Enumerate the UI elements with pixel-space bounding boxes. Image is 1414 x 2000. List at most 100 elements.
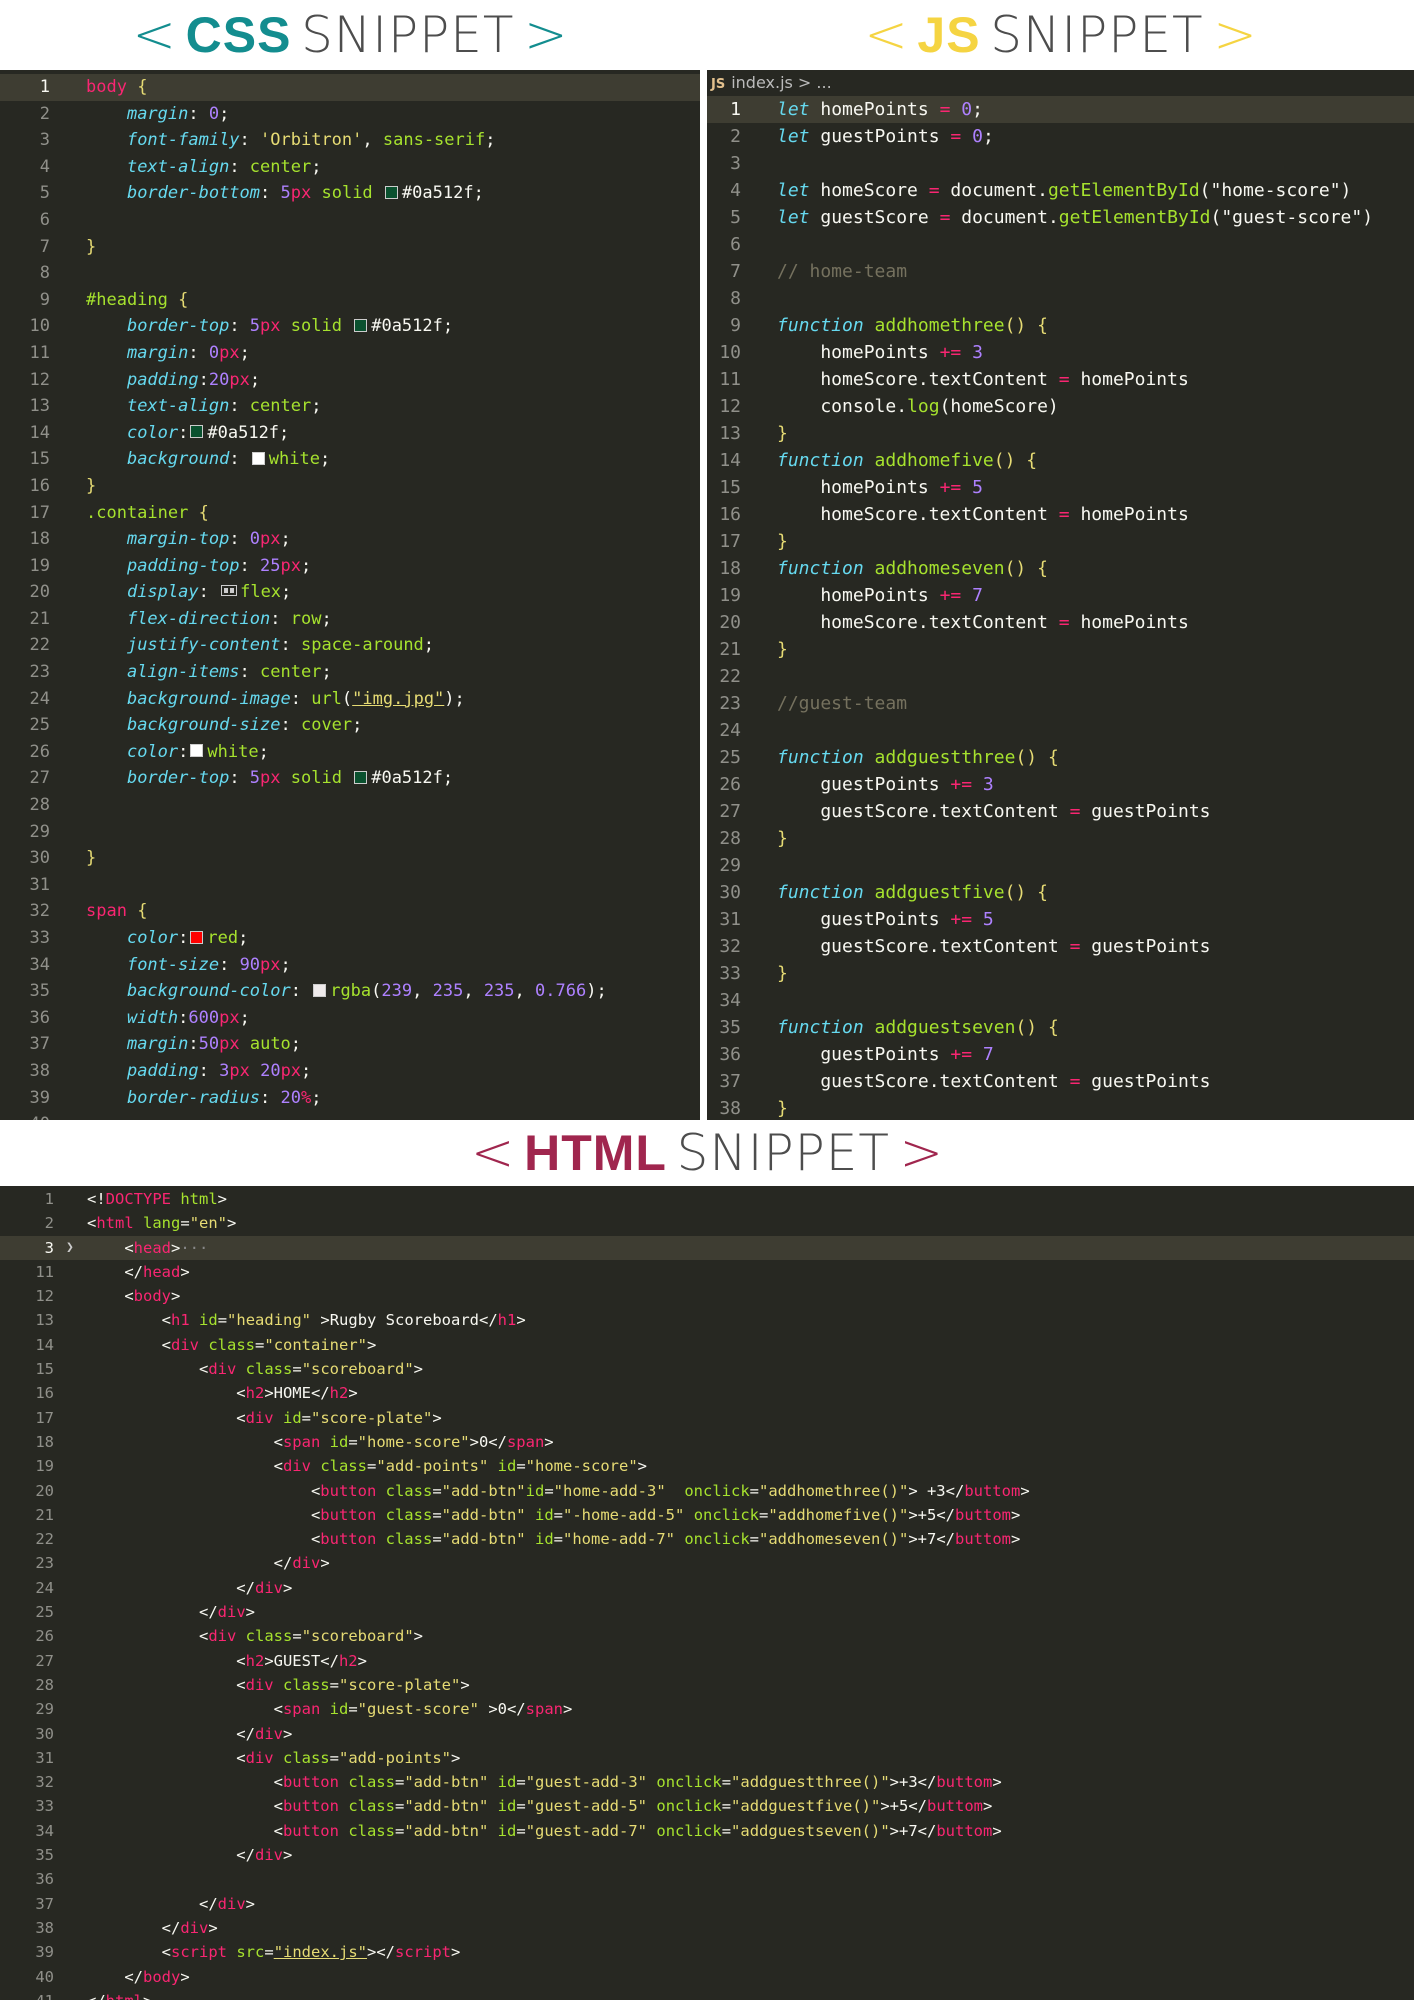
- code-line[interactable]: 29: [0, 819, 700, 846]
- code-line[interactable]: 2 <html lang="en">: [0, 1211, 1414, 1235]
- color-swatch-icon[interactable]: [354, 770, 368, 784]
- code-line[interactable]: 24 background-image: url("img.jpg");: [0, 686, 700, 713]
- code-line[interactable]: 10 border-top: 5px solid #0a512f;: [0, 313, 700, 340]
- code-line[interactable]: 5 let guestScore = document.getElementByI…: [707, 204, 1414, 231]
- code-line[interactable]: 5 border-bottom: 5px solid #0a512f;: [0, 180, 700, 207]
- code-line[interactable]: 15 background: white;: [0, 446, 700, 473]
- code-line[interactable]: 17 <div id="score-plate">: [0, 1406, 1414, 1430]
- code-line[interactable]: 37 </div>: [0, 1892, 1414, 1916]
- code-line[interactable]: 12 padding:20px;: [0, 367, 700, 394]
- code-line[interactable]: 34: [707, 987, 1414, 1014]
- code-line[interactable]: 25 </div>: [0, 1600, 1414, 1624]
- code-line[interactable]: 6: [707, 231, 1414, 258]
- code-line[interactable]: 33 color: red;: [0, 925, 700, 952]
- color-swatch-icon[interactable]: [313, 983, 327, 997]
- code-line[interactable]: 37 guestScore.textContent = guestPoints: [707, 1068, 1414, 1095]
- code-line[interactable]: 16}: [0, 473, 700, 500]
- code-line[interactable]: 4 let homeScore = document.getElementById…: [707, 177, 1414, 204]
- code-line[interactable]: 2 let guestPoints = 0;: [707, 123, 1414, 150]
- code-line[interactable]: 33 <button class="add-btn" id="guest-add…: [0, 1794, 1414, 1818]
- code-line[interactable]: 31 guestPoints += 5: [707, 906, 1414, 933]
- code-line[interactable]: 8: [707, 285, 1414, 312]
- code-line[interactable]: 19 homePoints += 7: [707, 582, 1414, 609]
- code-line[interactable]: 22: [707, 663, 1414, 690]
- code-line[interactable]: 25 background-size: cover;: [0, 712, 700, 739]
- code-line[interactable]: 13 <h1 id="heading" >Rugby Scoreboard</h…: [0, 1308, 1414, 1332]
- code-line[interactable]: 14 <div class="container">: [0, 1333, 1414, 1357]
- code-line[interactable]: 13 text-align: center;: [0, 393, 700, 420]
- code-line[interactable]: 29 <span id="guest-score" >0</span>: [0, 1697, 1414, 1721]
- code-line[interactable]: 21 flex-direction: row;: [0, 606, 700, 633]
- code-line[interactable]: 9 function addhomethree() {: [707, 312, 1414, 339]
- code-line[interactable]: 31: [0, 872, 700, 899]
- code-line[interactable]: 28: [0, 792, 700, 819]
- js-breadcrumb[interactable]: index.js > ...: [731, 73, 831, 92]
- code-line[interactable]: 22 <button class="add-btn" id="home-add-…: [0, 1527, 1414, 1551]
- code-line[interactable]: 18 function addhomeseven() {: [707, 555, 1414, 582]
- code-line[interactable]: 12 <body>: [0, 1284, 1414, 1308]
- code-line[interactable]: 13}: [707, 420, 1414, 447]
- code-line[interactable]: 26 color: white;: [0, 739, 700, 766]
- code-line[interactable]: 24 </div>: [0, 1576, 1414, 1600]
- code-line[interactable]: 9 #heading {: [0, 287, 700, 314]
- code-line[interactable]: 1 let homePoints = 0;: [707, 96, 1414, 123]
- color-swatch-icon[interactable]: [190, 744, 204, 758]
- code-line[interactable]: 26 guestPoints += 3: [707, 771, 1414, 798]
- code-line[interactable]: 29: [707, 852, 1414, 879]
- code-line[interactable]: 38 </div>: [0, 1916, 1414, 1940]
- code-line[interactable]: 18 margin-top: 0px;: [0, 526, 700, 553]
- code-line[interactable]: 20 homeScore.textContent = homePoints: [707, 609, 1414, 636]
- code-line[interactable]: 23 </div>: [0, 1551, 1414, 1575]
- code-line[interactable]: 15 <div class="scoreboard">: [0, 1357, 1414, 1381]
- code-line[interactable]: 40 </body>: [0, 1965, 1414, 1989]
- code-line[interactable]: 17}: [707, 528, 1414, 555]
- code-line[interactable]: 1 <!DOCTYPE html>: [0, 1187, 1414, 1211]
- code-line[interactable]: 26 <div class="scoreboard">: [0, 1624, 1414, 1648]
- fold-chevron-icon[interactable]: ❯: [66, 1236, 74, 1260]
- code-line[interactable]: 18 <span id="home-score">0</span>: [0, 1430, 1414, 1454]
- code-line[interactable]: 7 // home-team: [707, 258, 1414, 285]
- code-line[interactable]: 17 .container {: [0, 500, 700, 527]
- code-line[interactable]: 41 </html>: [0, 1989, 1414, 2000]
- code-line[interactable]: 27 guestScore.textContent = guestPoints: [707, 798, 1414, 825]
- code-line[interactable]: 36 guestPoints += 7: [707, 1041, 1414, 1068]
- code-line[interactable]: 11 homeScore.textContent = homePoints: [707, 366, 1414, 393]
- code-line[interactable]: 34 <button class="add-btn" id="guest-add…: [0, 1819, 1414, 1843]
- code-line[interactable]: 30}: [0, 845, 700, 872]
- color-swatch-icon[interactable]: [190, 425, 204, 439]
- js-code-editor[interactable]: JS index.js > ... 1 let homePoints = 0; 2 le…: [707, 70, 1414, 1120]
- code-line[interactable]: 11 margin: 0px;: [0, 340, 700, 367]
- code-line[interactable]: 25 function addguestthree() {: [707, 744, 1414, 771]
- code-line[interactable]: 34 font-size: 90px;: [0, 952, 700, 979]
- code-line[interactable]: 15 homePoints += 5: [707, 474, 1414, 501]
- code-line[interactable]: 1 body {: [0, 74, 700, 101]
- flex-layout-icon[interactable]: [221, 585, 238, 597]
- code-line[interactable]: 36 width:600px;: [0, 1005, 700, 1032]
- code-line[interactable]: 16 <h2>HOME</h2>: [0, 1381, 1414, 1405]
- code-line[interactable]: 22 justify-content: space-around;: [0, 632, 700, 659]
- code-line[interactable]: 3: [707, 150, 1414, 177]
- code-line[interactable]: 14 function addhomefive() {: [707, 447, 1414, 474]
- code-line[interactable]: 31 <div class="add-points">: [0, 1746, 1414, 1770]
- js-breadcrumb-bar[interactable]: JS index.js > ...: [707, 70, 1414, 96]
- code-line[interactable]: 8: [0, 260, 700, 287]
- code-line[interactable]: 23 align-items: center;: [0, 659, 700, 686]
- code-line[interactable]: 12 console.log(homeScore): [707, 393, 1414, 420]
- color-swatch-icon[interactable]: [384, 185, 398, 199]
- code-line[interactable]: 30 </div>: [0, 1722, 1414, 1746]
- code-line[interactable]: 32 <button class="add-btn" id="guest-add…: [0, 1770, 1414, 1794]
- color-swatch-icon[interactable]: [354, 318, 368, 332]
- code-line[interactable]: 10 homePoints += 3: [707, 339, 1414, 366]
- code-line[interactable]: 16 homeScore.textContent = homePoints: [707, 501, 1414, 528]
- code-line[interactable]: 35 background-color: rgba(239, 235, 235,…: [0, 978, 700, 1005]
- code-line[interactable]: 27 <h2>GUEST</h2>: [0, 1649, 1414, 1673]
- css-code-editor[interactable]: 1 body {2 margin: 0; 3 font-family: 'Orbit…: [0, 70, 700, 1120]
- code-line[interactable]: 6: [0, 207, 700, 234]
- code-line[interactable]: 37 margin:50px auto;: [0, 1031, 700, 1058]
- code-line[interactable]: 20 display: flex;: [0, 579, 700, 606]
- code-line[interactable]: 3 font-family: 'Orbitron', sans-serif;: [0, 127, 700, 154]
- code-line[interactable]: 33}: [707, 960, 1414, 987]
- code-line[interactable]: 28 <div class="score-plate">: [0, 1673, 1414, 1697]
- code-line[interactable]: 32 span {: [0, 898, 700, 925]
- code-line[interactable]: 2 margin: 0;: [0, 101, 700, 128]
